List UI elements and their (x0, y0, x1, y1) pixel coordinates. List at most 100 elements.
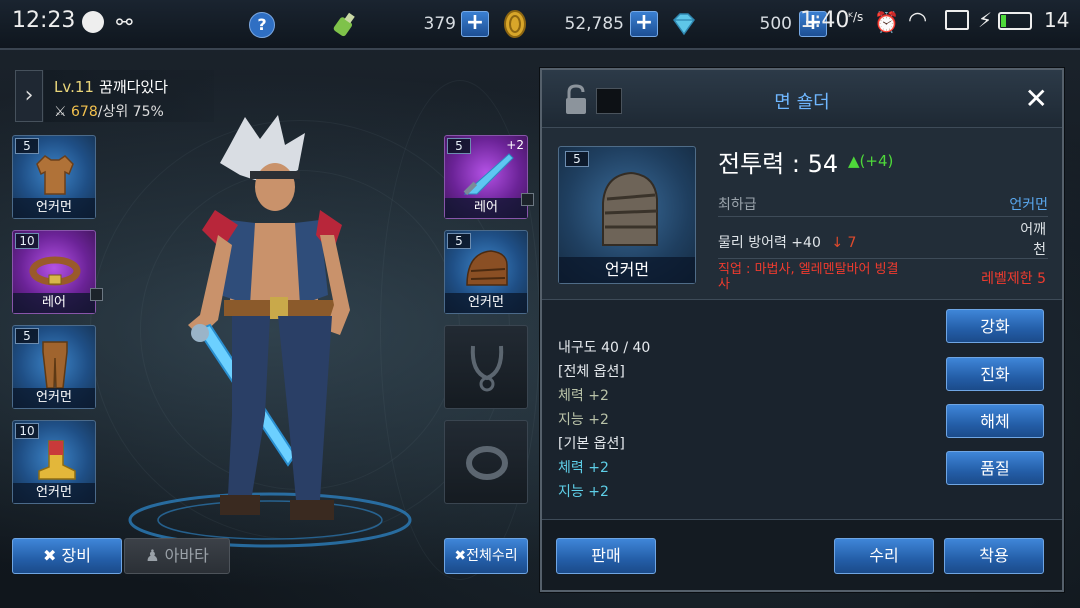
item-level: 5 (565, 151, 589, 167)
all-option-stat: 체력 +2 (558, 388, 609, 404)
lock-checkbox[interactable] (521, 193, 534, 206)
stamina-value: 379 (423, 14, 456, 34)
expand-button[interactable]: › (15, 70, 43, 122)
item-type: 어깨 천 (1020, 220, 1046, 260)
item-slot-type: 어깨 (1020, 222, 1046, 238)
level-requirement: 레벨제한 5 (981, 271, 1046, 287)
tier-row: 최하급 언커먼 (718, 194, 1048, 214)
shirt-icon (36, 155, 74, 195)
equipment-tab[interactable]: ✖ 장비 (12, 538, 122, 574)
all-options-header: [전체 옵션] (558, 364, 625, 380)
stat-decrease: 7 (847, 235, 857, 251)
slot-grade: 언커먼 (445, 293, 527, 313)
base-options-header: [기본 옵션] (558, 436, 625, 452)
player-level: Lv.11 (54, 78, 94, 96)
divider (718, 258, 1048, 259)
wifi-icon: ◠ (908, 8, 928, 33)
enhance-button[interactable]: 강화 (946, 309, 1044, 343)
gem-icon (673, 13, 695, 36)
slot-ring[interactable] (444, 420, 528, 504)
battery-percent: 14 (1044, 8, 1070, 32)
equipment-tab-label: 장비 (61, 546, 91, 565)
top-resource-bar: 12:23 ⚯ ? 379 + 52,785 + 500 + 1:40 ᴷ/s … (0, 0, 1080, 50)
alarm-icon: ⏰ (874, 10, 899, 34)
repair-icon: ✖ (454, 548, 467, 564)
power-delta: ▲(+4) (848, 152, 893, 170)
sword-icon (463, 153, 514, 196)
item-material: 천 (1033, 242, 1046, 258)
avatar-tab[interactable]: ♟ 아바타 (124, 538, 230, 574)
close-button[interactable]: ✕ (1025, 82, 1048, 115)
quality-button[interactable]: 품질 (946, 451, 1044, 485)
ring-icon (466, 446, 508, 480)
slot-top-armor[interactable]: 5 언커먼 (12, 135, 96, 219)
message-icon (82, 11, 104, 33)
item-main-stat: 물리 방어력 +40 (718, 235, 821, 251)
base-option-stat: 체력 +2 (558, 460, 609, 476)
up-arrow-icon: ▲ (848, 152, 860, 170)
repair-button[interactable]: 수리 (834, 538, 934, 574)
avatar-icon: ♟ (145, 546, 160, 565)
all-option-stat: 지능 +2 (558, 412, 609, 428)
shoulder-armor-icon (602, 171, 658, 246)
charging-icon: ⚡ (978, 8, 993, 32)
player-name: 꿈깨다있다 (99, 78, 169, 96)
share-icon: ⚯ (116, 10, 133, 34)
disassemble-button[interactable]: 해체 (946, 404, 1044, 438)
slot-level: 5 (15, 328, 39, 344)
divider (718, 216, 1048, 217)
item-icon-box: 5 언커먼 (558, 146, 696, 284)
swords-icon: ⚔ (54, 104, 67, 120)
slot-weapon[interactable]: 5 +2 레어 (444, 135, 528, 219)
help-icon[interactable]: ? (249, 12, 275, 38)
slot-boots[interactable]: 10 언커먼 (12, 420, 96, 504)
lock-checkbox[interactable] (90, 288, 103, 301)
status-clock: 1:40 (800, 8, 850, 33)
boots-icon (38, 440, 76, 480)
character-model (128, 115, 412, 548)
durability: 내구도 40 / 40 (558, 340, 651, 356)
status-time: 12:23 (12, 8, 76, 33)
player-power: 678 (71, 104, 98, 120)
item-rarity: 언커먼 (1009, 197, 1048, 213)
cast-icon (945, 10, 969, 30)
network-speed-icon: ᴷ/s (848, 10, 864, 24)
equip-button[interactable]: 착용 (944, 538, 1044, 574)
item-detail-panel: 면 숄더 ✕ 5 언커먼 전투력 : 54 ▲(+4) 최하급 언커먼 물리 방… (540, 68, 1064, 592)
pants-icon (42, 341, 68, 389)
slot-shoulder[interactable]: 5 언커먼 (444, 230, 528, 314)
item-grade: 언커먼 (559, 257, 695, 283)
item-title: 면 숄더 (774, 92, 830, 113)
panel-header: 면 숄더 ✕ (542, 70, 1062, 128)
game-screen: 12:23 ⚯ ? 379 + 52,785 + 500 + 1:40 ᴷ/s … (0, 0, 1080, 608)
slot-belt[interactable]: 10 레어 (12, 230, 96, 314)
gold-value: 52,785 (564, 14, 624, 34)
evolve-button[interactable]: 진화 (946, 357, 1044, 391)
slot-pants[interactable]: 5 언커먼 (12, 325, 96, 409)
slot-grade: 레어 (13, 293, 95, 313)
down-arrow-icon: ↓ (831, 235, 844, 251)
tools-icon: ✖ (43, 546, 57, 565)
slot-grade: 언커먼 (13, 388, 95, 408)
stamina-potion-icon (333, 12, 355, 37)
job-requirement: 직업 : 마법사, 엘레멘탈바어 빙결사 (718, 262, 899, 292)
add-stamina-button[interactable]: + (461, 11, 489, 37)
repair-all-label: 전체수리 (466, 548, 518, 564)
slot-grade: 언커먼 (13, 198, 95, 218)
item-options: 내구도 40 / 40 [전체 옵션] 체력 +2 지능 +2 [기본 옵션] … (542, 301, 1062, 519)
belt-icon (29, 256, 81, 286)
base-option-stat: 지능 +2 (558, 484, 609, 500)
item-summary: 5 언커먼 전투력 : 54 ▲(+4) 최하급 언커먼 물리 방어력 +40 (542, 128, 1062, 300)
shoulder-armor-icon (466, 250, 508, 286)
slot-level: 10 (15, 233, 39, 249)
necklace-icon (470, 345, 504, 392)
sell-button[interactable]: 판매 (556, 538, 656, 574)
slot-necklace[interactable] (444, 325, 528, 409)
slot-grade: 언커먼 (13, 483, 95, 503)
repair-all-button[interactable]: ✖전체수리 (444, 538, 528, 574)
slot-grade: 레어 (445, 198, 527, 218)
panel-footer: 판매 수리 착용 (542, 519, 1062, 590)
add-gold-button[interactable]: + (630, 11, 658, 37)
avatar-tab-label: 아바타 (164, 546, 209, 565)
item-tier: 최하급 (718, 197, 757, 213)
